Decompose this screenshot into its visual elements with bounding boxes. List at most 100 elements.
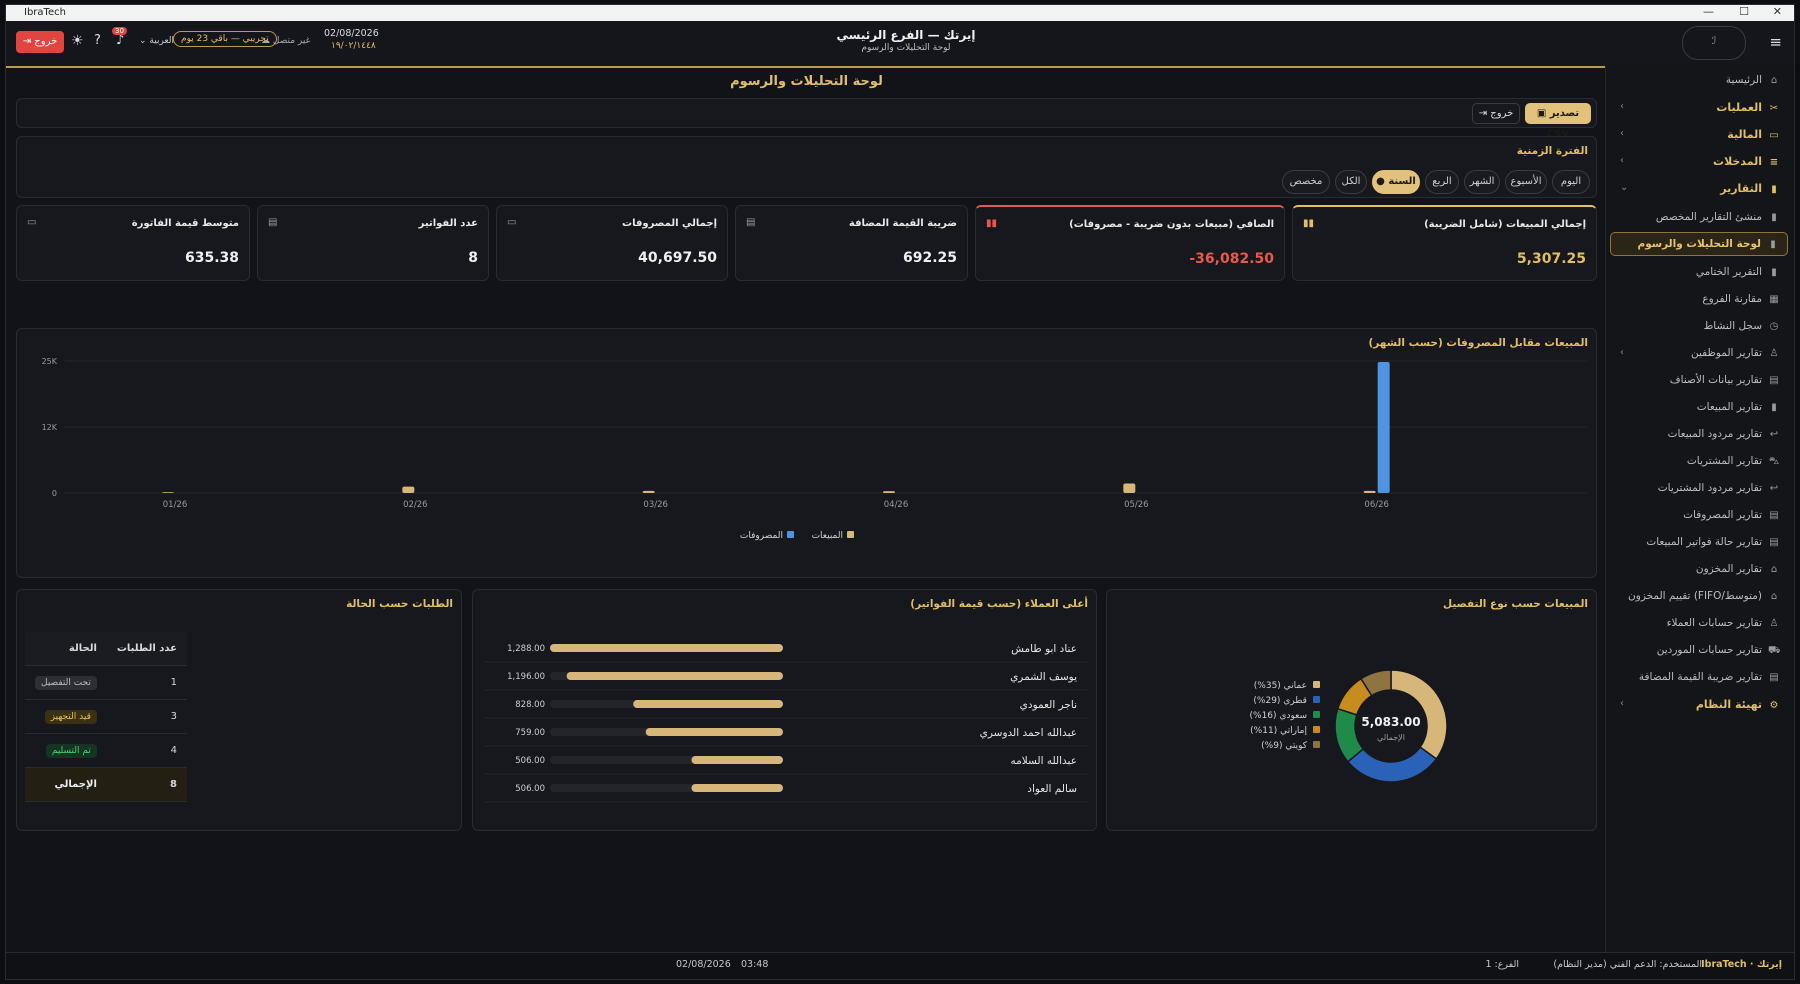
help-icon[interactable]: ? [94,33,101,48]
customer-name-label: عبدالله احمد الدوسري [980,727,1077,739]
customer-name-label: عبدالله السلامه [1010,755,1077,767]
period-option[interactable]: الربع [1425,170,1459,194]
status-badge: قيد التجهيز [44,709,97,724]
sidebar-item[interactable]: تقارير المخزون ⌂ [1696,563,1780,575]
chevron-left-icon[interactable]: ‹ [1620,101,1624,112]
cash-icon: ▭ [27,217,37,228]
sidebar-item-label: تقارير مردود المبيعات [1667,428,1762,440]
sidebar-item[interactable]: تقارير حسابات العملاء ♙ [1667,617,1780,629]
legend-label: إماراتي (11%) [1250,726,1307,736]
customer-bar[interactable] [691,756,783,764]
table-row: قيد التجهيز 3 [25,699,187,734]
sidebar-item[interactable]: التقارير ▮ [1720,182,1780,195]
sidebar-item[interactable]: تقارير المصروفات ▤ [1683,509,1780,521]
warehouse-icon: ⌂ [1770,564,1778,575]
sidebar-item[interactable]: تقارير مردود المشتريات ↩ [1658,482,1780,494]
sidebar-item[interactable]: تقارير الموظفين ♙ [1691,347,1780,359]
sidebar-item[interactable]: تقارير المشتريات ⛍ [1687,455,1780,469]
status-brand: IbraTech · إيرتك [1701,959,1782,970]
period-option[interactable]: الكل [1335,170,1367,194]
chevron-left-icon[interactable]: ‹ [1620,347,1624,358]
period-option[interactable]: اليوم [1552,170,1590,194]
sidebar-item[interactable]: تقارير مردود المبيعات ↩ [1668,428,1780,440]
customer-bar[interactable] [550,644,783,652]
sidebar-item[interactable]: تقارير ضريبة القيمة المضافة ▤ [1639,671,1780,683]
sales-bar[interactable] [642,490,655,493]
window-titlebar: IbraTech — ☐ ✕ [6,5,1794,21]
stat-card: ضريبة القيمة المضافة ▤ 692.25 [735,205,968,281]
sidebar-item[interactable]: مقارنة الفروع ▦ [1702,293,1780,305]
sidebar-item[interactable]: تقارير حالة فواتير المبيعات ▤ [1646,536,1780,548]
sales-bar[interactable] [1123,483,1136,493]
scissors-icon: ✂ [1769,103,1779,114]
period-option[interactable]: الأسبوع [1505,170,1547,194]
customer-bar[interactable] [566,672,783,680]
sidebar: الرئيسية ⌂ العمليات ✂ ‹ المالية ▭ ‹ المدخلات ≡ ‹ ال… [1605,66,1794,953]
chevron-left-icon[interactable]: ‹ [1620,155,1624,166]
col-count: عدد الطلبات [106,632,187,666]
close-icon[interactable]: ✕ [1773,5,1782,18]
bell-icon[interactable]: ♪ [116,33,124,48]
sidebar-item[interactable]: سجل النشاط ◷ [1704,320,1780,332]
sales-bar[interactable] [402,486,415,493]
chevron-left-icon[interactable]: ‹ [1620,698,1624,709]
sidebar-item[interactable]: تقييم المخزون (FIFO/متوسط) ⌂ [1628,590,1780,602]
sidebar-item[interactable]: تقارير المبيعات ▮ [1697,401,1780,413]
chevron-left-icon[interactable]: ‹ [1620,128,1624,139]
sidebar-item[interactable]: تهيئة النظام ⚙ [1696,698,1780,711]
logout-button[interactable]: ⇥ خروج [16,31,64,53]
sidebar-item-label: تقارير حسابات الموردين [1656,644,1762,656]
sales-expenses-chart: 012K25K01/2602/2603/2604/2605/2606/2607/… [42,357,1587,541]
legend-label: المبيعات [812,531,843,541]
sidebar-item[interactable]: المالية ▭ [1727,128,1780,141]
sidebar-item-label: المدخلات [1713,155,1762,168]
customer-value-label: 828.00 [515,700,545,710]
period-option-selected[interactable]: ● السنة [1372,170,1420,194]
exit-button[interactable]: ⇥ خروج [1472,103,1520,124]
detail-type-donut-chart: 5,083.00 الإجمالي عماني (35%) قطري (29%) سعو… [1250,669,1448,783]
customer-value-label: 1,196.00 [507,672,545,682]
period-option[interactable]: الشهر [1464,170,1500,194]
sidebar-item[interactable]: الرئيسية ⌂ [1726,74,1780,86]
export-csv-button[interactable]: ▣ تصدير CSV [1525,103,1591,140]
theme-toggle-icon[interactable]: ☀ [71,33,84,49]
legend-swatch [1313,726,1320,733]
legend-swatch [1313,711,1320,718]
period-option[interactable]: مخصص [1282,170,1330,194]
customer-bar[interactable] [691,784,783,792]
language-select[interactable]: ⌄ العربية [139,36,174,46]
x-tick-label: 01/26 [163,500,188,510]
warehouse-icon: ⌂ [1770,591,1778,602]
sidebar-item-label: الرئيسية [1725,74,1762,86]
donut-slice[interactable] [1346,746,1438,783]
sidebar-item[interactable]: العمليات ✂ [1716,101,1780,114]
customer-bar[interactable] [645,728,783,736]
expenses-bar[interactable] [1377,362,1390,493]
sales-bar[interactable] [1363,490,1376,493]
sidebar-item[interactable]: لوحة التحليلات والرسوم ▮ [1610,232,1788,256]
stat-label: إجمالي المبيعات (شامل الضريبة) [1424,219,1586,230]
menu-icon[interactable]: ≡ [1769,33,1782,51]
stat-label: الصافي (مبيعات بدون ضريبة - مصروفات) [1069,219,1274,230]
sidebar-item[interactable]: تقارير حسابات الموردين ⛟ [1656,644,1781,658]
sales-bar[interactable] [883,491,895,493]
chevron-down-icon[interactable]: ⌄ [1620,182,1628,193]
period-card: الفترة الزمنية اليوم الأسبوع الشهر الربع… [16,136,1597,198]
legend-swatch [847,531,854,538]
sidebar-item[interactable]: المدخلات ≡ [1713,155,1780,168]
bar-chart-icon: ▮ [1771,184,1777,195]
notification-badge: 30 [112,27,127,35]
sidebar-item[interactable]: منشئ التقارير المخصص ▮ [1656,211,1780,223]
minimize-icon[interactable]: — [1703,5,1714,18]
top-bar: ⇥ خروج ☀ ? ♪ 30 ⌄ العربية تجريبي — باقي … [6,21,1794,68]
stat-value: 5,307.25 [1516,251,1586,267]
main-content: لوحة التحليلات والرسوم ▣ تصدير CSV ⇥ خرو… [6,66,1607,953]
maximize-icon[interactable]: ☐ [1739,5,1749,18]
customer-name-label: عناد ابو طامش [1011,643,1077,655]
sidebar-item[interactable]: تقارير بيانات الأصناف ▤ [1670,374,1780,386]
receipt-icon: ▤ [1769,537,1779,548]
customer-name-label: يوسف الشمري [1010,671,1077,683]
sales-bar[interactable] [162,492,174,493]
sidebar-item[interactable]: التقرير الختامي ▮ [1696,266,1780,278]
customer-bar[interactable] [633,700,783,708]
